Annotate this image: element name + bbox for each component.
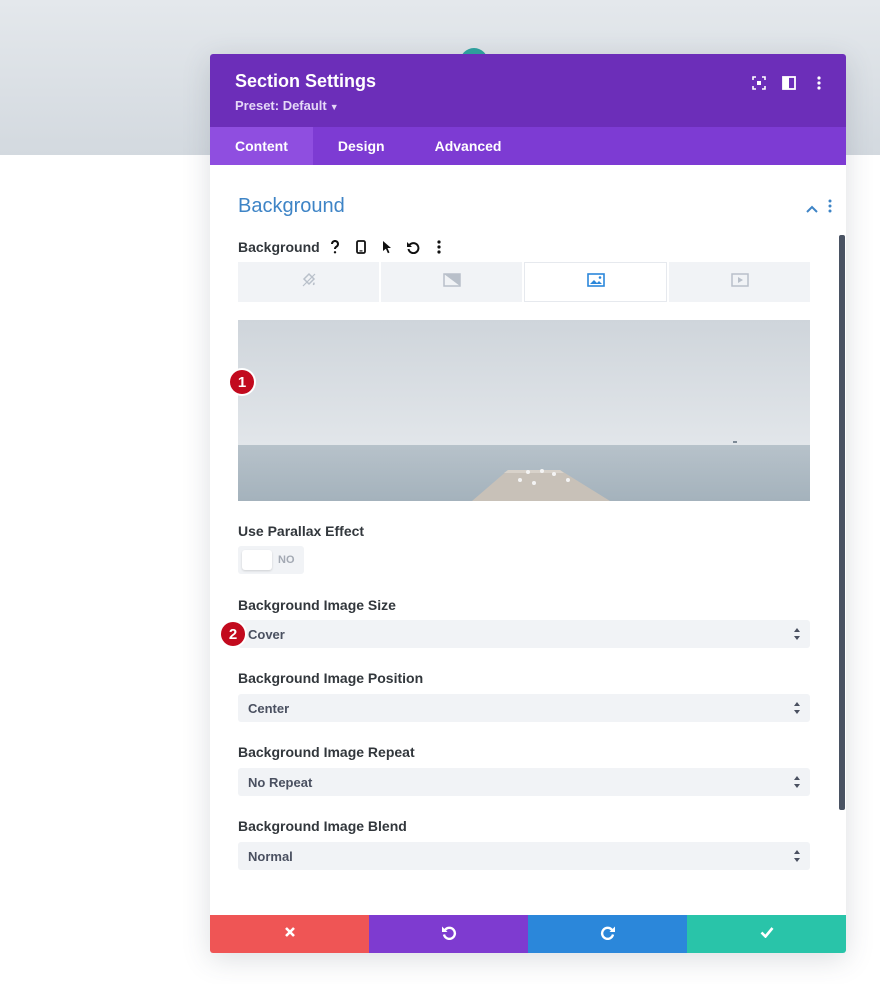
image-blend-select[interactable]: Normal bbox=[238, 842, 810, 870]
paint-bucket-icon bbox=[301, 272, 317, 293]
sea-pier-photo bbox=[238, 320, 810, 501]
redo-icon bbox=[600, 924, 616, 945]
image-repeat-select[interactable]: No Repeat bbox=[238, 768, 810, 796]
tab-content[interactable]: Content bbox=[210, 127, 313, 165]
gradient-icon bbox=[442, 272, 461, 292]
select-value: Normal bbox=[248, 849, 293, 864]
split-layout-icon[interactable] bbox=[778, 72, 800, 94]
help-icon[interactable] bbox=[324, 236, 346, 258]
tab-advanced[interactable]: Advanced bbox=[410, 127, 527, 165]
image-repeat-label: Background Image Repeat bbox=[238, 744, 415, 760]
background-image-preview[interactable] bbox=[238, 320, 810, 501]
section-settings-modal: Section Settings Preset: Default ▼ Conten… bbox=[210, 54, 846, 953]
modal-header: Section Settings Preset: Default ▼ bbox=[210, 54, 846, 127]
background-type-tabs bbox=[238, 262, 810, 302]
select-arrows-icon bbox=[792, 626, 802, 642]
more-vertical-icon[interactable] bbox=[808, 72, 830, 94]
section-title[interactable]: Background bbox=[238, 195, 345, 218]
bg-type-image[interactable] bbox=[524, 262, 667, 302]
save-button[interactable] bbox=[687, 915, 846, 953]
undo-icon bbox=[441, 924, 457, 945]
section-controls bbox=[806, 199, 832, 218]
close-icon bbox=[284, 925, 296, 943]
image-position-select[interactable]: Center bbox=[238, 694, 810, 722]
video-icon bbox=[730, 272, 749, 292]
toggle-knob bbox=[242, 550, 272, 570]
select-arrows-icon bbox=[792, 848, 802, 864]
select-arrows-icon bbox=[792, 700, 802, 716]
redo-button[interactable] bbox=[528, 915, 687, 953]
tab-design[interactable]: Design bbox=[313, 127, 410, 165]
bg-type-color[interactable] bbox=[238, 262, 379, 302]
more-vertical-icon[interactable] bbox=[428, 236, 450, 258]
preset-label: Preset: Default bbox=[235, 98, 327, 113]
parallax-toggle[interactable]: NO bbox=[238, 546, 304, 574]
discard-button[interactable] bbox=[210, 915, 369, 953]
background-label: Background bbox=[238, 239, 320, 255]
bg-type-gradient[interactable] bbox=[381, 262, 522, 302]
modal-footer bbox=[210, 915, 846, 953]
cursor-icon[interactable] bbox=[376, 236, 398, 258]
mobile-icon[interactable] bbox=[350, 236, 372, 258]
modal-title: Section Settings bbox=[235, 71, 377, 91]
image-blend-label: Background Image Blend bbox=[238, 818, 407, 834]
preset-selector[interactable]: Preset: Default ▼ bbox=[235, 98, 339, 113]
bg-type-video[interactable] bbox=[669, 262, 810, 302]
image-icon bbox=[586, 272, 605, 292]
caret-down-icon: ▼ bbox=[329, 102, 339, 112]
image-position-label: Background Image Position bbox=[238, 670, 424, 686]
header-icons bbox=[748, 72, 830, 94]
background-tools bbox=[324, 236, 450, 258]
image-size-select[interactable]: Cover bbox=[238, 620, 810, 648]
select-value: No Repeat bbox=[248, 775, 313, 790]
check-icon bbox=[760, 925, 774, 943]
settings-tabs: Content Design Advanced bbox=[210, 127, 846, 165]
annotation-marker-1: 1 bbox=[230, 370, 254, 394]
focus-icon[interactable] bbox=[748, 72, 770, 94]
parallax-label: Use Parallax Effect bbox=[238, 523, 365, 539]
select-arrows-icon bbox=[792, 774, 802, 790]
toggle-state: NO bbox=[278, 554, 295, 566]
annotation-marker-2: 2 bbox=[221, 622, 245, 646]
modal-body: Background Background 1 Use Parallax Eff… bbox=[210, 165, 846, 915]
chevron-up-icon[interactable] bbox=[806, 200, 818, 218]
scrollbar[interactable] bbox=[839, 235, 845, 810]
select-value: Center bbox=[248, 701, 290, 716]
undo-button[interactable] bbox=[369, 915, 528, 953]
undo-icon[interactable] bbox=[402, 236, 424, 258]
select-value: Cover bbox=[248, 627, 285, 642]
more-vertical-icon[interactable] bbox=[828, 199, 832, 218]
image-size-label: Background Image Size bbox=[238, 597, 396, 613]
